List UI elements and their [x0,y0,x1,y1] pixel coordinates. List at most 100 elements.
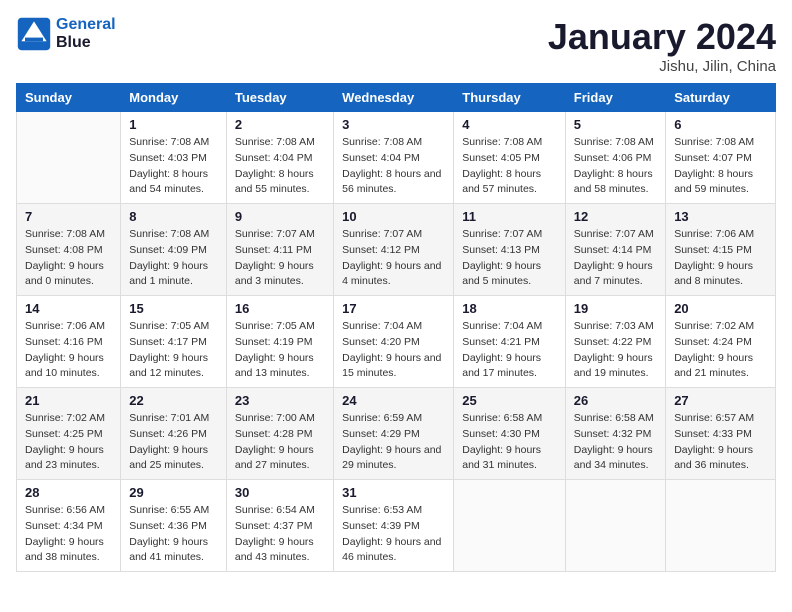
logo-icon [16,16,52,52]
day-number: 21 [25,393,112,408]
day-info: Sunrise: 7:08 AMSunset: 4:08 PMDaylight:… [25,227,112,290]
calendar-cell: 24 Sunrise: 6:59 AMSunset: 4:29 PMDayligh… [334,388,454,480]
day-info: Sunrise: 7:06 AMSunset: 4:16 PMDaylight:… [25,319,112,382]
calendar-cell [666,480,776,572]
page-header: General Blue January 2024 Jishu, Jilin, … [16,16,776,75]
day-info: Sunrise: 7:07 AMSunset: 4:13 PMDaylight:… [462,227,557,290]
day-number: 8 [129,209,218,224]
calendar-week-row: 7 Sunrise: 7:08 AMSunset: 4:08 PMDaylight… [17,204,776,296]
day-info: Sunrise: 7:08 AMSunset: 4:05 PMDaylight:… [462,135,557,198]
calendar-cell: 6Sunrise: 7:08 AMSunset: 4:07 PMDaylight… [666,112,776,204]
day-number: 23 [235,393,325,408]
calendar-cell: 10 Sunrise: 7:07 AMSunset: 4:12 PMDayligh… [334,204,454,296]
day-number: 28 [25,485,112,500]
day-number: 13 [674,209,767,224]
calendar-week-row: 1Sunrise: 7:08 AMSunset: 4:03 PMDaylight… [17,112,776,204]
logo: General Blue [16,16,116,52]
calendar-cell: 2Sunrise: 7:08 AMSunset: 4:04 PMDaylight… [226,112,333,204]
calendar-cell: 19Sunrise: 7:03 AMSunset: 4:22 PMDayligh… [565,296,665,388]
day-info: Sunrise: 6:57 AMSunset: 4:33 PMDaylight:… [674,411,767,474]
weekday-header: Thursday [454,84,566,112]
day-number: 26 [574,393,657,408]
day-number: 4 [462,117,557,132]
calendar-cell: 8 Sunrise: 7:08 AMSunset: 4:09 PMDaylight… [121,204,227,296]
logo-text: General Blue [56,16,116,51]
day-number: 19 [574,301,657,316]
day-number: 29 [129,485,218,500]
day-number: 2 [235,117,325,132]
weekday-header: Tuesday [226,84,333,112]
day-number: 9 [235,209,325,224]
day-number: 1 [129,117,218,132]
day-number: 15 [129,301,218,316]
weekday-header: Wednesday [334,84,454,112]
calendar-cell: 25 Sunrise: 6:58 AMSunset: 4:30 PMDayligh… [454,388,566,480]
day-info: Sunrise: 7:07 AMSunset: 4:12 PMDaylight:… [342,227,445,290]
calendar-cell: 16 Sunrise: 7:05 AMSunset: 4:19 PMDayligh… [226,296,333,388]
calendar-cell: 23 Sunrise: 7:00 AMSunset: 4:28 PMDayligh… [226,388,333,480]
day-info: Sunrise: 6:58 AMSunset: 4:32 PMDaylight:… [574,411,657,474]
day-info: Sunrise: 7:04 AMSunset: 4:20 PMDaylight:… [342,319,445,382]
calendar-cell [565,480,665,572]
calendar-cell: 17 Sunrise: 7:04 AMSunset: 4:20 PMDayligh… [334,296,454,388]
calendar-cell: 30 Sunrise: 6:54 AMSunset: 4:37 PMDayligh… [226,480,333,572]
day-number: 16 [235,301,325,316]
day-number: 27 [674,393,767,408]
calendar-cell: 3Sunrise: 7:08 AMSunset: 4:04 PMDaylight… [334,112,454,204]
calendar-cell: 9Sunrise: 7:07 AMSunset: 4:11 PMDaylight… [226,204,333,296]
day-number: 12 [574,209,657,224]
calendar-table: SundayMondayTuesdayWednesdayThursdayFrid… [16,83,776,572]
day-number: 10 [342,209,445,224]
calendar-cell: 31 Sunrise: 6:53 AMSunset: 4:39 PMDayligh… [334,480,454,572]
calendar-cell: 26 Sunrise: 6:58 AMSunset: 4:32 PMDayligh… [565,388,665,480]
day-number: 20 [674,301,767,316]
day-number: 11 [462,209,557,224]
day-number: 31 [342,485,445,500]
calendar-cell: 7 Sunrise: 7:08 AMSunset: 4:08 PMDaylight… [17,204,121,296]
day-info: Sunrise: 7:07 AMSunset: 4:14 PMDaylight:… [574,227,657,290]
day-info: Sunrise: 6:56 AMSunset: 4:34 PMDaylight:… [25,503,112,566]
day-info: Sunrise: 7:08 AMSunset: 4:04 PMDaylight:… [342,135,445,198]
day-info: Sunrise: 7:02 AMSunset: 4:24 PMDaylight:… [674,319,767,382]
day-info: Sunrise: 6:54 AMSunset: 4:37 PMDaylight:… [235,503,325,566]
calendar-cell: 18Sunrise: 7:04 AMSunset: 4:21 PMDayligh… [454,296,566,388]
calendar-cell: 27 Sunrise: 6:57 AMSunset: 4:33 PMDayligh… [666,388,776,480]
day-info: Sunrise: 7:06 AMSunset: 4:15 PMDaylight:… [674,227,767,290]
day-info: Sunrise: 7:05 AMSunset: 4:19 PMDaylight:… [235,319,325,382]
calendar-cell: 14 Sunrise: 7:06 AMSunset: 4:16 PMDayligh… [17,296,121,388]
day-info: Sunrise: 7:05 AMSunset: 4:17 PMDaylight:… [129,319,218,382]
weekday-header: Monday [121,84,227,112]
calendar-cell: 11 Sunrise: 7:07 AMSunset: 4:13 PMDayligh… [454,204,566,296]
calendar-cell: 15 Sunrise: 7:05 AMSunset: 4:17 PMDayligh… [121,296,227,388]
month-title: January 2024 [548,16,776,58]
day-number: 25 [462,393,557,408]
day-info: Sunrise: 7:00 AMSunset: 4:28 PMDaylight:… [235,411,325,474]
calendar-cell [17,112,121,204]
calendar-cell: 29 Sunrise: 6:55 AMSunset: 4:36 PMDayligh… [121,480,227,572]
day-number: 30 [235,485,325,500]
calendar-cell: 21Sunrise: 7:02 AMSunset: 4:25 PMDayligh… [17,388,121,480]
calendar-cell [454,480,566,572]
day-info: Sunrise: 6:58 AMSunset: 4:30 PMDaylight:… [462,411,557,474]
day-number: 18 [462,301,557,316]
calendar-week-row: 28 Sunrise: 6:56 AMSunset: 4:34 PMDayligh… [17,480,776,572]
calendar-cell: 13 Sunrise: 7:06 AMSunset: 4:15 PMDayligh… [666,204,776,296]
weekday-header: Friday [565,84,665,112]
day-info: Sunrise: 7:08 AMSunset: 4:09 PMDaylight:… [129,227,218,290]
calendar-cell: 12 Sunrise: 7:07 AMSunset: 4:14 PMDayligh… [565,204,665,296]
day-info: Sunrise: 6:53 AMSunset: 4:39 PMDaylight:… [342,503,445,566]
day-number: 7 [25,209,112,224]
calendar-week-row: 21Sunrise: 7:02 AMSunset: 4:25 PMDayligh… [17,388,776,480]
day-info: Sunrise: 6:55 AMSunset: 4:36 PMDaylight:… [129,503,218,566]
day-number: 22 [129,393,218,408]
day-number: 6 [674,117,767,132]
weekday-header-row: SundayMondayTuesdayWednesdayThursdayFrid… [17,84,776,112]
calendar-cell: 4 Sunrise: 7:08 AMSunset: 4:05 PMDaylight… [454,112,566,204]
calendar-cell: 20 Sunrise: 7:02 AMSunset: 4:24 PMDayligh… [666,296,776,388]
calendar-week-row: 14 Sunrise: 7:06 AMSunset: 4:16 PMDayligh… [17,296,776,388]
day-number: 14 [25,301,112,316]
day-number: 17 [342,301,445,316]
calendar-cell: 5Sunrise: 7:08 AMSunset: 4:06 PMDaylight… [565,112,665,204]
day-number: 24 [342,393,445,408]
day-info: Sunrise: 6:59 AMSunset: 4:29 PMDaylight:… [342,411,445,474]
